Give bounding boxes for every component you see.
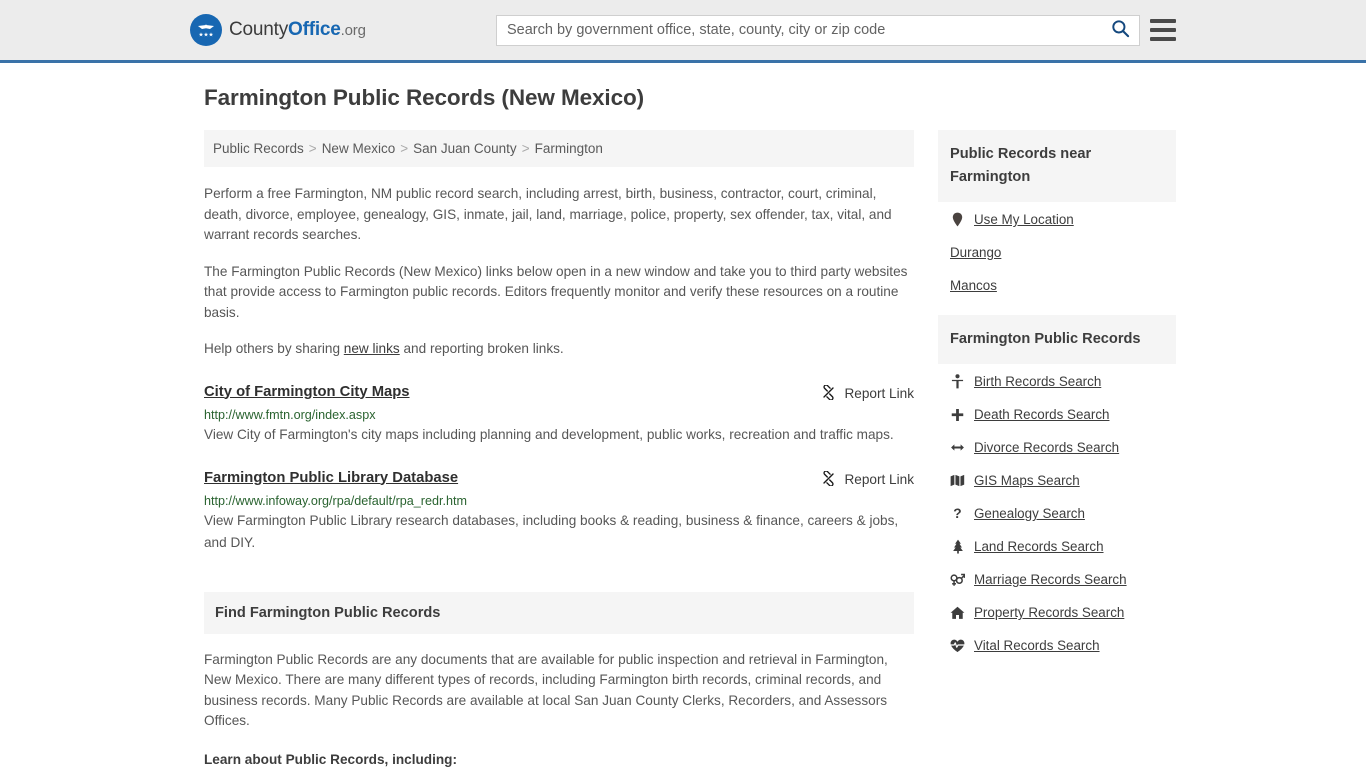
eagle-shield-logo-icon — [190, 14, 222, 46]
find-records-heading: Find Farmington Public Records — [204, 591, 914, 634]
report-link-button[interactable]: Report Link — [821, 469, 914, 489]
hamburger-menu-icon[interactable] — [1150, 19, 1176, 41]
breadcrumb-separator: > — [400, 141, 409, 156]
vital-records-link[interactable]: Vital Records Search — [974, 638, 1100, 653]
heartbeat-icon — [950, 639, 965, 653]
listing-description: View City of Farmington's city maps incl… — [204, 426, 894, 442]
baby-icon — [950, 374, 965, 389]
find-records-section: Find Farmington Public Records Farmingto… — [204, 591, 914, 768]
intro-section: Perform a free Farmington, NM public rec… — [204, 184, 914, 360]
listing-header: Farmington Public Library Database Repor… — [204, 470, 914, 489]
search-button[interactable] — [1101, 16, 1139, 45]
panel-public-records-near: Public Records near Farmington Use My Lo… — [938, 130, 1176, 293]
panel-records-heading: Farmington Public Records — [938, 315, 1176, 364]
panel-near-body: Use My Location Durango Mancos — [938, 202, 1176, 293]
breadcrumb: Public Records > New Mexico > San Juan Count… — [204, 130, 914, 167]
share-text-before: Help others by sharing — [204, 341, 344, 356]
listing-url: http://www.infoway.org/rpa/default/rpa_r… — [204, 493, 467, 508]
site-logo[interactable]: CountyOffice.org — [190, 14, 366, 46]
listing-header: City of Farmington City Maps Report Link — [204, 384, 914, 403]
listing-item: City of Farmington City Maps Report Link… — [204, 384, 914, 446]
broken-link-icon — [821, 383, 836, 403]
cross-icon — [950, 408, 965, 422]
panel-records-body: Birth Records Search Death Records Searc… — [938, 364, 1176, 653]
content-columns: Public Records > New Mexico > San Juan Count… — [204, 130, 1176, 768]
divorce-records-link[interactable]: Divorce Records Search — [974, 440, 1119, 455]
find-paragraph-1: Farmington Public Records are any docume… — [204, 651, 888, 729]
page-title: Farmington Public Records (New Mexico) — [204, 85, 645, 110]
share-text-after: and reporting broken links. — [399, 341, 564, 356]
broken-link-icon — [821, 469, 836, 489]
site-logo-text: CountyOffice.org — [229, 19, 366, 41]
breadcrumb-item-san-juan-county[interactable]: San Juan County — [413, 141, 517, 156]
sidebar-item-property-records[interactable]: Property Records Search — [950, 605, 1176, 620]
tree-icon — [950, 539, 965, 554]
property-records-link[interactable]: Property Records Search — [974, 605, 1124, 620]
find-paragraph-2: Learn about Public Records, including: — [204, 751, 458, 767]
new-links-link[interactable]: new links — [344, 341, 400, 356]
birth-records-link[interactable]: Birth Records Search — [974, 374, 1101, 389]
sidebar-item-use-my-location[interactable]: Use My Location — [950, 212, 1176, 227]
report-link-button[interactable]: Report Link — [821, 383, 914, 403]
sidebar-item-marriage-records[interactable]: Marriage Records Search — [950, 572, 1176, 587]
sidebar: Public Records near Farmington Use My Lo… — [938, 130, 1176, 675]
listing-description: View Farmington Public Library research … — [204, 512, 899, 550]
logo-county-text: County — [229, 19, 289, 40]
mancos-link[interactable]: Mancos — [950, 278, 997, 293]
breadcrumb-item-farmington[interactable]: Farmington — [535, 141, 603, 156]
sidebar-item-divorce-records[interactable]: Divorce Records Search — [950, 440, 1176, 455]
search-input[interactable] — [497, 15, 1101, 45]
listing-title-link[interactable]: City of Farmington City Maps — [204, 384, 410, 400]
gis-maps-link[interactable]: GIS Maps Search — [974, 473, 1080, 488]
search-icon — [1111, 19, 1130, 41]
sidebar-item-durango[interactable]: Durango — [950, 245, 1176, 260]
panel-farmington-public-records: Farmington Public Records Birth Records … — [938, 315, 1176, 653]
venus-mars-icon — [950, 573, 965, 587]
hamburger-bar-1 — [1150, 19, 1176, 23]
svg-text:?: ? — [953, 506, 961, 521]
death-records-link[interactable]: Death Records Search — [974, 407, 1109, 422]
sidebar-item-mancos[interactable]: Mancos — [950, 278, 1176, 293]
sidebar-item-birth-records[interactable]: Birth Records Search — [950, 374, 1176, 389]
hamburger-bar-2 — [1150, 28, 1176, 32]
listing-url: http://www.fmtn.org/index.aspx — [204, 407, 376, 422]
map-pin-icon — [950, 212, 965, 227]
hamburger-bar-3 — [1150, 37, 1176, 41]
main-column: Public Records > New Mexico > San Juan Count… — [204, 130, 914, 768]
sidebar-item-genealogy[interactable]: ? Genealogy Search — [950, 506, 1176, 521]
listing-title-link[interactable]: Farmington Public Library Database — [204, 470, 458, 486]
durango-link[interactable]: Durango — [950, 245, 1001, 260]
breadcrumb-item-public-records[interactable]: Public Records — [213, 141, 304, 156]
question-mark-icon: ? — [950, 506, 965, 521]
intro-paragraph-1: Perform a free Farmington, NM public rec… — [204, 186, 892, 242]
arrows-left-right-icon — [950, 442, 965, 453]
breadcrumb-item-new-mexico[interactable]: New Mexico — [322, 141, 396, 156]
logo-org-text: .org — [340, 22, 366, 39]
sidebar-item-vital-records[interactable]: Vital Records Search — [950, 638, 1176, 653]
report-link-label: Report Link — [844, 472, 914, 487]
map-icon — [950, 474, 965, 487]
use-my-location-link[interactable]: Use My Location — [974, 212, 1074, 227]
panel-near-heading: Public Records near Farmington — [938, 130, 1176, 202]
report-link-label: Report Link — [844, 386, 914, 401]
listing-item: Farmington Public Library Database Repor… — [204, 470, 914, 554]
sidebar-item-land-records[interactable]: Land Records Search — [950, 539, 1176, 554]
home-icon — [950, 606, 965, 620]
breadcrumb-separator: > — [308, 141, 317, 156]
site-header: CountyOffice.org — [0, 0, 1366, 63]
land-records-link[interactable]: Land Records Search — [974, 539, 1104, 554]
sidebar-item-gis-maps[interactable]: GIS Maps Search — [950, 473, 1176, 488]
marriage-records-link[interactable]: Marriage Records Search — [974, 572, 1127, 587]
breadcrumb-separator: > — [521, 141, 530, 156]
sidebar-item-death-records[interactable]: Death Records Search — [950, 407, 1176, 422]
page-container: Farmington Public Records (New Mexico) P… — [0, 63, 1366, 768]
genealogy-link[interactable]: Genealogy Search — [974, 506, 1085, 521]
intro-paragraph-3: Help others by sharing new links and rep… — [204, 339, 914, 360]
find-records-body: Farmington Public Records are any docume… — [204, 650, 914, 768]
logo-office-text: Office — [288, 19, 341, 40]
search-bar[interactable] — [496, 14, 1140, 46]
intro-paragraph-2: The Farmington Public Records (New Mexic… — [204, 263, 908, 320]
